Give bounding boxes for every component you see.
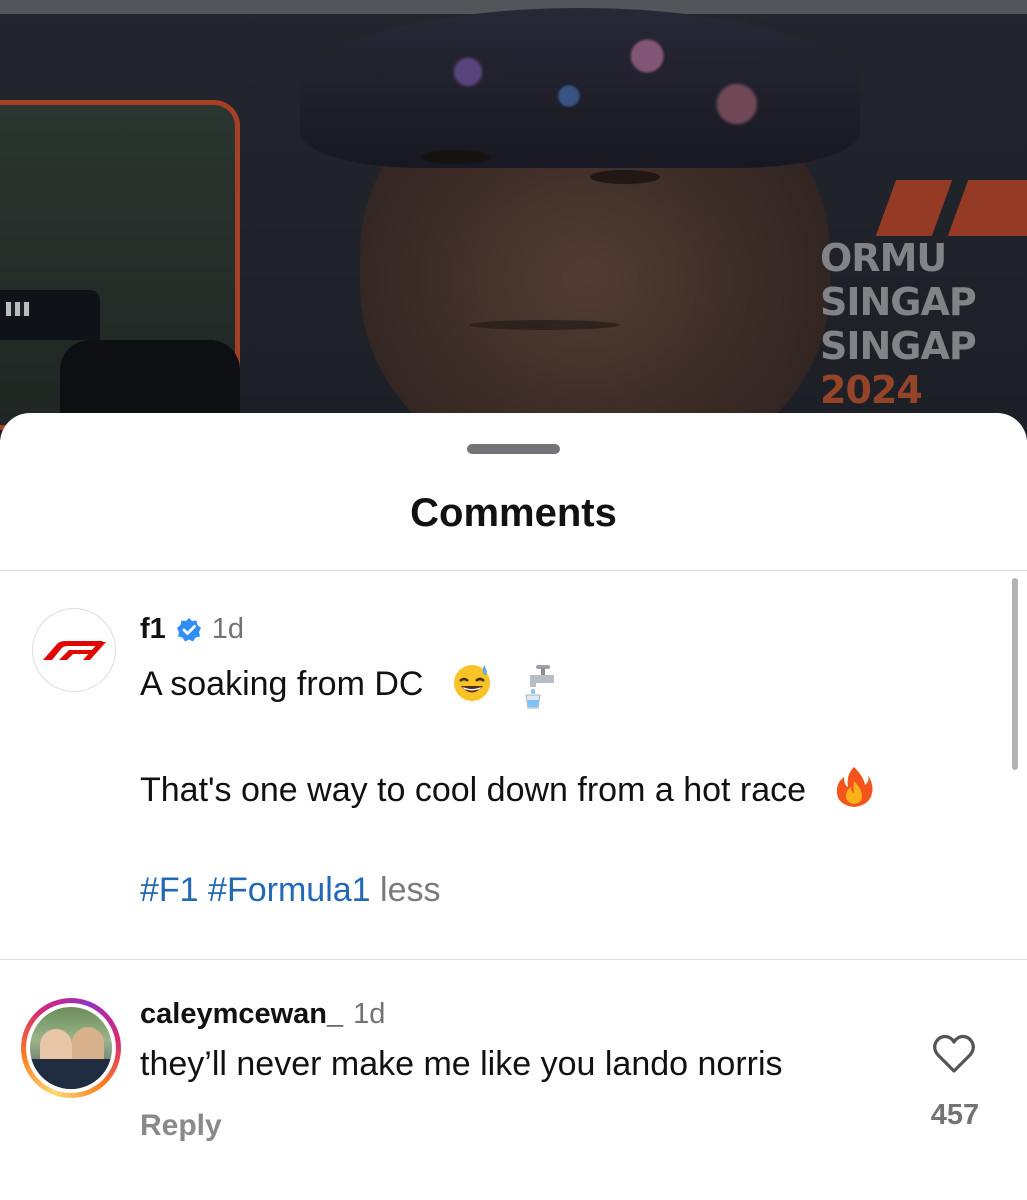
post-caption-text-1: A soaking from DC <box>140 665 424 703</box>
photo-clothing <box>30 1059 112 1089</box>
f1-avatar[interactable] <box>32 608 116 692</box>
f1-logo-icon <box>43 641 106 660</box>
comment-author-row: caleymcewan_ 1d <box>140 998 385 1031</box>
hashtag-f1[interactable]: #F1 <box>140 871 199 909</box>
story-ring <box>26 1003 116 1093</box>
video-shade <box>0 0 1027 440</box>
commenter-avatar[interactable] <box>21 998 121 1098</box>
post-author-row: f1 1d <box>140 613 244 646</box>
comment-text: they’ll never make me like you lando nor… <box>140 1045 783 1083</box>
fire-emoji-icon <box>836 767 873 807</box>
grinning-sweat-emoji-icon <box>453 665 490 701</box>
post-hashtags: #F1 #Formula1 less <box>140 871 440 910</box>
sheet-title: Comments <box>410 491 617 535</box>
less-link[interactable]: less <box>380 871 440 909</box>
like-count: 457 <box>930 1099 980 1131</box>
video-frame[interactable]: ORMU SINGAP SINGAP 2024 <box>0 0 1027 440</box>
commenter-photo <box>30 1007 112 1089</box>
scrollbar[interactable] <box>1012 578 1018 770</box>
verified-badge-icon <box>176 617 201 641</box>
reply-button[interactable]: Reply <box>140 1109 222 1143</box>
comment-author[interactable]: caleymcewan_ <box>140 998 343 1031</box>
sheet-drag-handle[interactable] <box>467 444 560 454</box>
post-caption-line-2: That's one way to cool down from a hot r… <box>140 765 874 810</box>
comments-sheet: Comments f1 1d A soaking from DC That's … <box>0 413 1027 1200</box>
post-caption-text-2: That's one way to cool down from a hot r… <box>140 771 807 809</box>
post-caption-line-1: A soaking from DC <box>140 661 560 709</box>
water-tap-emoji-icon <box>525 665 555 709</box>
heart-icon[interactable] <box>931 1031 977 1077</box>
post-author[interactable]: f1 <box>140 613 166 646</box>
comment-time: 1d <box>353 998 386 1030</box>
header-divider <box>0 570 1027 571</box>
post-time: 1d <box>211 613 245 645</box>
caption-divider <box>0 959 1027 960</box>
hashtag-formula1[interactable]: #Formula1 <box>208 871 371 909</box>
